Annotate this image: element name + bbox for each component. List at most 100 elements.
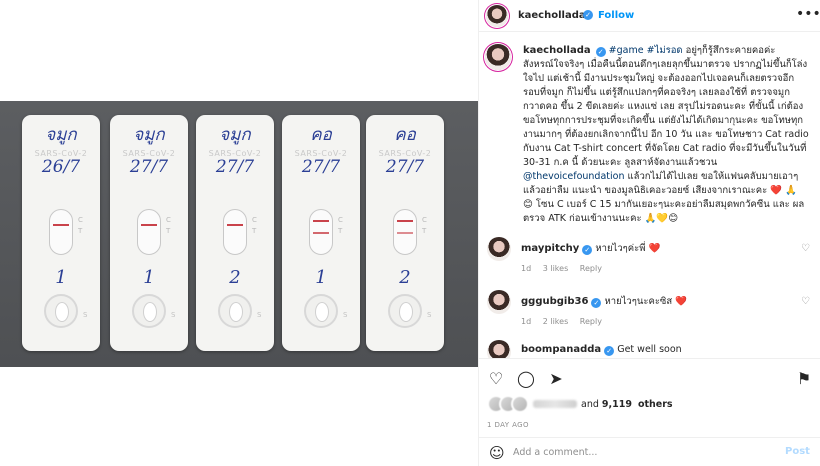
test-line <box>397 232 413 234</box>
test-result-window <box>309 209 333 255</box>
liker-avatars <box>487 395 529 413</box>
test-date-label: 27/7 <box>129 157 169 177</box>
comment-text: หายไวๆนะคะซิส <box>604 296 673 307</box>
verified-badge-icon: ✓ <box>595 47 606 57</box>
comment-line: boompanadda ✓ Get well soon <box>521 344 682 356</box>
s-mark: S <box>427 311 432 319</box>
test-ct-marks: CT <box>166 215 171 237</box>
t-mark: T <box>166 227 171 235</box>
like-heart-icon[interactable]: ♡ <box>485 367 507 389</box>
commenter-avatar[interactable] <box>487 340 511 358</box>
test-ct-marks: CT <box>252 215 257 237</box>
test-location-label: คอ <box>310 125 332 145</box>
test-result-window <box>393 209 417 255</box>
likes-count[interactable]: 9,119 <box>602 399 632 410</box>
t-mark: T <box>252 227 257 235</box>
c-mark: C <box>338 216 343 224</box>
post-media-area: จมูก SARS-CoV-2 26/7 CT 1 S จมูก SARS-Co… <box>0 0 478 466</box>
commenter-username[interactable]: maypitchy <box>521 243 579 254</box>
t-mark: T <box>422 227 427 235</box>
comment-age: 1d <box>521 264 532 273</box>
c-mark: C <box>422 216 427 224</box>
post-comment-button[interactable]: Post <box>785 446 810 457</box>
follow-button[interactable]: Follow <box>598 10 634 21</box>
comment-emoji: ❤️ <box>675 296 688 307</box>
author-avatar[interactable] <box>486 5 508 27</box>
control-line <box>313 220 329 222</box>
hashtag-link[interactable]: #ไม่รอด <box>647 45 683 56</box>
comment-age: 1d <box>521 317 532 326</box>
t-mark: T <box>78 227 83 235</box>
comment-text: Get well soon <box>617 344 682 355</box>
likes-and-label: and <box>581 398 599 410</box>
test-date-label: 27/7 <box>215 157 255 177</box>
test-cassette-3: จมูก SARS-CoV-2 27/7 CT 2 S <box>196 115 274 351</box>
hashtag-link[interactable]: #game <box>609 45 644 56</box>
comments-scroll-area[interactable]: kaechollada ✓ #game #ไม่รอด อยู่ๆก็รู้สึ… <box>479 32 820 358</box>
test-ct-marks: CT <box>338 215 343 237</box>
commenter-avatar[interactable] <box>487 290 511 314</box>
test-date-label: 27/7 <box>301 157 341 177</box>
comment-reply-button[interactable]: Reply <box>580 317 602 326</box>
commenter-username[interactable]: boompanadda <box>521 344 601 355</box>
mention-link[interactable]: @thevoicefoundation <box>523 171 624 182</box>
test-result-window <box>223 209 247 255</box>
author-username[interactable]: kaechollada <box>518 10 586 21</box>
test-number-label: 2 <box>399 267 411 288</box>
add-comment-bar: ☺ Post <box>479 437 820 466</box>
sample-well <box>218 294 252 328</box>
sample-well <box>132 294 166 328</box>
comment-line: maypitchy ✓ หายไวๆค่ะพี่ ❤️ <box>521 241 660 256</box>
c-mark: C <box>166 216 171 224</box>
verified-badge-icon: ✓ <box>583 10 593 20</box>
post-photo[interactable]: จมูก SARS-CoV-2 26/7 CT 1 S จมูก SARS-Co… <box>0 101 478 367</box>
test-cassette-1: จมูก SARS-CoV-2 26/7 CT 1 S <box>22 115 100 351</box>
c-mark: C <box>252 216 257 224</box>
control-line <box>397 220 413 222</box>
comment-line: gggubgib36 ✓ หายไวๆนะคะซิส ❤️ <box>521 294 687 309</box>
test-location-label: จมูก <box>219 125 251 145</box>
add-comment-input[interactable] <box>513 444 753 460</box>
blurred-liker-name <box>533 400 577 408</box>
test-ct-marks: CT <box>78 215 83 237</box>
test-line <box>313 232 329 234</box>
comment-item: boompanadda ✓ Get well soon <box>479 340 820 358</box>
test-result-window <box>137 209 161 255</box>
test-date-label: 27/7 <box>385 157 425 177</box>
s-mark: S <box>171 311 176 319</box>
test-ct-marks: CT <box>422 215 427 237</box>
comment-item: maypitchy ✓ หายไวๆค่ะพี่ ❤️ 1d 3 likes R… <box>479 237 820 287</box>
post-details-panel: kaechollada ✓ Follow ••• kaechollada ✓ #… <box>478 0 820 466</box>
verified-badge-icon: ✓ <box>591 298 602 308</box>
comment-meta: 1d 3 likes Reply <box>521 264 611 273</box>
likes-others-label[interactable]: others <box>638 399 673 410</box>
post-actions-section: ♡ ◯ ➤ ⚑ and 9,119 others 1 DAY AGO ☺ Pos… <box>479 358 820 465</box>
save-bookmark-icon[interactable]: ⚑ <box>793 367 815 389</box>
test-cassette-4: คอ SARS-CoV-2 27/7 CT 1 S <box>282 115 360 351</box>
comment-likes[interactable]: 3 likes <box>543 264 569 273</box>
caption-avatar[interactable] <box>485 44 511 70</box>
post-header: kaechollada ✓ Follow ••• <box>479 0 820 32</box>
test-location-label: จมูก <box>133 125 165 145</box>
share-send-icon[interactable]: ➤ <box>545 367 567 389</box>
comment-reply-button[interactable]: Reply <box>580 264 602 273</box>
commenter-avatar[interactable] <box>487 237 511 261</box>
control-line <box>227 224 243 226</box>
like-comment-heart-icon[interactable]: ♡ <box>801 296 810 307</box>
like-comment-heart-icon[interactable]: ♡ <box>801 243 810 254</box>
c-mark: C <box>78 216 83 224</box>
caption-username[interactable]: kaechollada <box>523 45 591 56</box>
more-options-icon[interactable]: ••• <box>796 6 820 22</box>
test-location-label: จมูก <box>45 125 77 145</box>
likes-summary[interactable]: and 9,119 others <box>487 393 676 415</box>
test-cassette-5: คอ SARS-CoV-2 27/7 CT 2 S <box>366 115 444 351</box>
control-line <box>53 224 69 226</box>
comment-likes[interactable]: 2 likes <box>543 317 569 326</box>
s-mark: S <box>343 311 348 319</box>
s-mark: S <box>257 311 262 319</box>
comment-emoji: ❤️ <box>648 243 661 254</box>
test-location-label: คอ <box>394 125 416 145</box>
emoji-smile-icon[interactable]: ☺ <box>489 444 505 462</box>
commenter-username[interactable]: gggubgib36 <box>521 296 588 307</box>
comment-bubble-icon[interactable]: ◯ <box>515 367 537 389</box>
